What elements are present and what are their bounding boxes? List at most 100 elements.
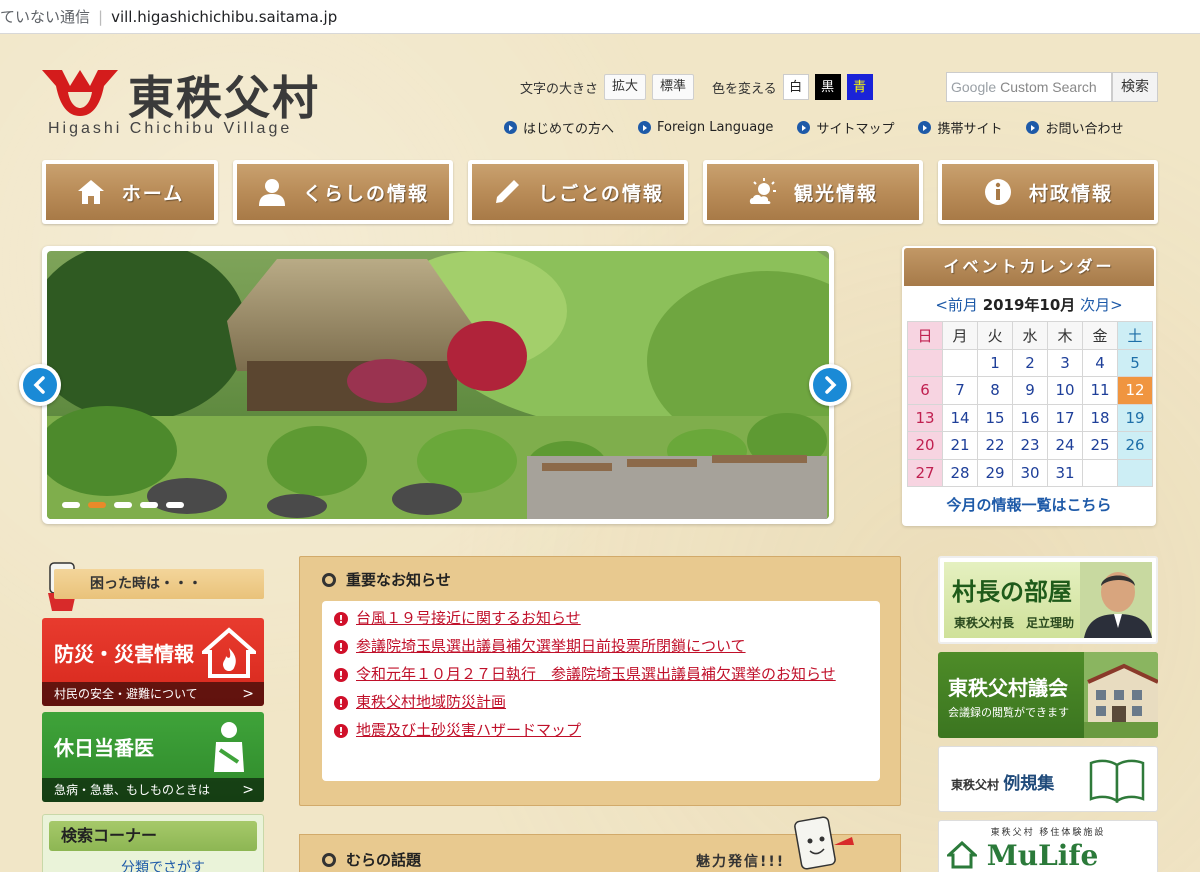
nav-living[interactable]: くらしの情報 (233, 160, 453, 224)
day-cell[interactable]: 8 (977, 376, 1013, 405)
month-info-link[interactable]: 今月の情報一覧はこちら (902, 494, 1156, 515)
nav-home[interactable]: ホーム (42, 160, 218, 224)
prev-month-link[interactable]: <前月 (935, 296, 978, 314)
slider-dot-active[interactable] (88, 502, 106, 508)
notice-text[interactable]: 地震及び土砂災害ハザードマップ (356, 718, 581, 743)
security-indicator[interactable]: ていない通信 (0, 6, 90, 27)
alert-icon (334, 719, 348, 744)
notice-item[interactable]: 参議院埼玉県選出議員補欠選挙期日前投票所閉鎖について (334, 634, 868, 660)
link-label: お問い合わせ (1045, 122, 1124, 137)
day-cell[interactable]: 16 (1012, 403, 1048, 432)
nav-tourism[interactable]: 観光情報 (703, 160, 923, 224)
link-contact[interactable]: お問い合わせ (1026, 118, 1123, 137)
notice-text[interactable]: 令和元年１０月２７日執行 参議院埼玉県選出議員補欠選挙のお知らせ (356, 662, 836, 687)
search-input[interactable]: Google Custom Search (946, 72, 1112, 102)
url-text[interactable]: vill.higashichichibu.saitama.jp (111, 8, 337, 26)
search-placeholder: Custom Search (1000, 79, 1097, 95)
link-beginners[interactable]: はじめての方へ (504, 118, 614, 137)
disaster-info-banner[interactable]: 防災・災害情報 村民の安全・避難について > (42, 618, 264, 706)
important-notices: 重要なお知らせ 台風１９号接近に関するお知らせ 参議院埼玉県選出議員補欠選挙期日… (299, 556, 901, 806)
chevron-right-icon: > (242, 782, 254, 798)
house-logo-icon (945, 840, 979, 869)
color-white-button[interactable]: 白 (782, 74, 809, 100)
slider-dot[interactable] (140, 502, 158, 508)
notice-item[interactable]: 地震及び土砂災害ハザードマップ (334, 718, 868, 744)
notice-text[interactable]: 台風１９号接近に関するお知らせ (356, 606, 581, 631)
day-cell-today[interactable]: 12 (1117, 376, 1153, 405)
site-search: Google Custom Search 検索 (946, 72, 1158, 102)
holiday-doctor-sub: 急病・急患、もしものときは > (42, 778, 264, 802)
search-button[interactable]: 検索 (1112, 72, 1158, 102)
color-black-button[interactable]: 黒 (814, 74, 841, 100)
current-month: 2019年10月 (982, 296, 1076, 314)
notice-text[interactable]: 参議院埼玉県選出議員補欠選挙期日前投票所閉鎖について (356, 634, 746, 659)
slider-next-button[interactable] (809, 364, 851, 406)
slider-dot[interactable] (166, 502, 184, 508)
day-cell[interactable]: 3 (1047, 348, 1083, 377)
day-cell[interactable]: 11 (1082, 376, 1118, 405)
nav-village-admin[interactable]: 村政情報 (938, 160, 1158, 224)
link-foreign-language[interactable]: Foreign Language (638, 118, 773, 137)
nav-label: 観光情報 (793, 182, 878, 205)
day-cell[interactable]: 29 (977, 458, 1013, 487)
standard-size-button[interactable]: 標準 (652, 74, 695, 100)
assembly-building-image (1084, 652, 1158, 738)
day-cell[interactable]: 5 (1117, 348, 1153, 377)
day-cell[interactable]: 13 (907, 403, 943, 432)
notice-item[interactable]: 東秩父村地域防災計画 (334, 690, 868, 716)
mulife-banner[interactable]: 東秩父村 移住体験施設 MuLife (938, 820, 1158, 872)
regulations-banner[interactable]: 東秩父村 例規集 (938, 746, 1158, 812)
day-cell[interactable]: 21 (942, 431, 978, 460)
day-cell[interactable]: 22 (977, 431, 1013, 460)
day-cell[interactable]: 6 (907, 376, 943, 405)
day-cell[interactable]: 27 (907, 458, 943, 487)
mayor-room-banner[interactable]: 村長の部屋 東秩父村長 足立理助 (938, 556, 1158, 644)
week-row: 27 28 29 30 31 (907, 458, 1153, 487)
day-cell[interactable]: 30 (1012, 458, 1048, 487)
day-cell[interactable]: 1 (977, 348, 1013, 377)
day-cell[interactable]: 2 (1012, 348, 1048, 377)
notice-item[interactable]: 台風１９号接近に関するお知らせ (334, 606, 868, 632)
day-cell[interactable]: 26 (1117, 431, 1153, 460)
day-cell[interactable]: 20 (907, 431, 943, 460)
link-mobile-site[interactable]: 携帯サイト (918, 118, 1002, 137)
mulife-logo: MuLife (945, 839, 1098, 872)
day-cell[interactable]: 18 (1082, 403, 1118, 432)
day-cell[interactable]: 23 (1012, 431, 1048, 460)
sun-cloud-icon (749, 178, 776, 204)
slider-dots (62, 502, 192, 508)
mayor-name: 東秩父村長 足立理助 (954, 616, 1075, 630)
village-assembly-banner[interactable]: 東秩父村議会 会議録の閲覧ができます (938, 652, 1158, 738)
slider-prev-button[interactable] (19, 364, 61, 406)
day-cell[interactable]: 15 (977, 403, 1013, 432)
enlarge-button[interactable]: 拡大 (604, 74, 647, 100)
holiday-doctor-banner[interactable]: 休日当番医 急病・急患、もしものときは > (42, 712, 264, 802)
day-cell[interactable]: 14 (942, 403, 978, 432)
day-cell[interactable]: 19 (1117, 403, 1153, 432)
nav-work[interactable]: しごとの情報 (468, 160, 688, 224)
day-cell[interactable]: 17 (1047, 403, 1083, 432)
notice-text[interactable]: 東秩父村地域防災計画 (356, 690, 506, 715)
day-cell[interactable]: 28 (942, 458, 978, 487)
notice-item[interactable]: 令和元年１０月２７日執行 参議院埼玉県選出議員補欠選挙のお知らせ (334, 662, 868, 688)
hero-slider[interactable] (42, 246, 834, 524)
day-cell[interactable]: 10 (1047, 376, 1083, 405)
slider-dot[interactable] (62, 502, 80, 508)
next-month-link[interactable]: 次月> (1080, 296, 1123, 314)
search-by-category-link[interactable]: 分類でさがす (121, 857, 263, 872)
site-logo[interactable]: 東秩父村 Higashi Chichibu Village (40, 62, 330, 142)
day-cell[interactable]: 31 (1047, 458, 1083, 487)
info-icon (984, 179, 1011, 205)
village-emblem-icon (42, 70, 118, 116)
day-cell[interactable]: 4 (1082, 348, 1118, 377)
slider-dot[interactable] (114, 502, 132, 508)
link-sitemap[interactable]: サイトマップ (797, 118, 894, 137)
day-cell[interactable]: 24 (1047, 431, 1083, 460)
address-bar[interactable]: ていない通信 | vill.higashichichibu.saitama.jp (0, 0, 1200, 34)
day-cell[interactable]: 25 (1082, 431, 1118, 460)
font-size-label: 文字の大きさ (520, 81, 599, 97)
arrow-circle-icon (918, 121, 932, 134)
color-blue-button[interactable]: 青 (846, 74, 873, 100)
day-cell[interactable]: 7 (942, 376, 978, 405)
day-cell[interactable]: 9 (1012, 376, 1048, 405)
